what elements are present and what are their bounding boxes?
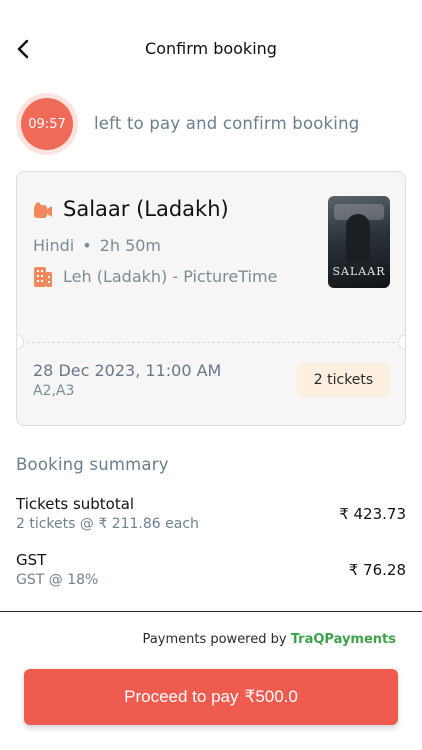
seat-numbers: A2,A3 xyxy=(33,383,75,399)
ticket-card: Salaar (Ladakh) Hindi • 2h 50m Leh (Ladakh… xyxy=(16,171,406,426)
footer-divider xyxy=(0,611,422,612)
pay-button-amount: ₹500.0 xyxy=(244,687,298,706)
movie-title: Salaar (Ladakh) xyxy=(63,197,229,221)
poster-figure xyxy=(346,214,370,262)
gst-detail: GST @ 18% xyxy=(16,572,99,588)
pay-button-label: Proceed to pay xyxy=(124,687,239,706)
subtotal-detail: 2 tickets @ ₹ 211.86 each xyxy=(16,516,199,532)
ticket-perforation xyxy=(27,342,395,343)
ticket-notch-left xyxy=(17,334,24,350)
ticket-notch-right xyxy=(398,334,405,350)
proceed-to-pay-button[interactable]: Proceed to pay ₹500.0 xyxy=(24,669,398,725)
header: Confirm booking xyxy=(0,0,422,100)
building-icon xyxy=(34,267,52,287)
subtotal-label: Tickets subtotal xyxy=(16,495,135,513)
payment-timer: 09:57 left to pay and confirm booking xyxy=(16,93,416,155)
powered-by-text: Payments powered by xyxy=(142,632,287,647)
subtotal-amount: ₹ 423.73 xyxy=(339,505,406,523)
movie-camera-icon xyxy=(34,202,52,218)
poster-title: SALAAR xyxy=(332,265,386,278)
booking-summary-heading: Booking summary xyxy=(16,455,169,474)
cinema-name: Leh (Ladakh) - PictureTime xyxy=(63,267,278,286)
payment-provider-brand: TraQPayments xyxy=(290,632,396,647)
timer-countdown: 09:57 xyxy=(21,98,73,150)
page-title: Confirm booking xyxy=(145,39,277,58)
movie-duration: 2h 50m xyxy=(99,236,162,255)
tickets-count-badge: 2 tickets xyxy=(297,363,390,397)
meta-separator: • xyxy=(82,236,92,255)
movie-poster: SALAAR xyxy=(328,196,390,288)
movie-language: Hindi xyxy=(33,236,75,255)
gst-label: GST xyxy=(16,551,47,569)
gst-amount: ₹ 76.28 xyxy=(348,561,406,579)
timer-ring: 09:57 xyxy=(16,93,78,155)
timer-message: left to pay and confirm booking xyxy=(94,114,360,133)
movie-meta: Hindi • 2h 50m xyxy=(33,236,161,255)
show-datetime: 28 Dec 2023, 11:00 AM xyxy=(33,361,222,380)
payments-powered-by: Payments powered by TraQPayments xyxy=(143,632,396,647)
